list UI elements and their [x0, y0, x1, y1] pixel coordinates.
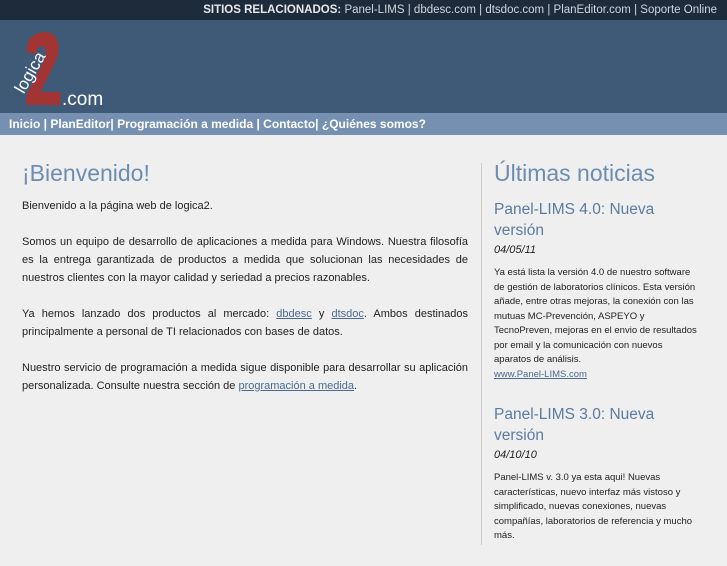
dbdesc-link[interactable]: dbdesc: [276, 308, 311, 320]
main-nav: Inicio | PlanEditor| Programación a medi…: [0, 113, 727, 135]
svg-text:.com: .com: [62, 89, 103, 110]
text: .: [354, 380, 358, 392]
dtsdoc-link[interactable]: dtsdoc: [331, 308, 363, 320]
link-panel-lims[interactable]: Panel-LIMS: [344, 4, 404, 16]
page-title: ¡Bienvenido!: [22, 160, 150, 186]
link-dtsdoc[interactable]: dtsdoc.com: [485, 4, 544, 16]
news-item: Panel-LIMS 3.0: Nueva versión 04/10/10 P…: [494, 404, 699, 544]
news-item-body: Ya está lista la versión 4.0 de nuestro …: [494, 266, 699, 382]
related-sites-bar: SITIOS RELACIONADOS: Panel-LIMS | dbdesc…: [0, 0, 727, 20]
column-divider: [481, 163, 482, 545]
news-item-title[interactable]: Panel-LIMS 4.0: Nueva versión: [494, 199, 699, 241]
news-text: Ya está lista la versión 4.0 de nuestro …: [494, 267, 697, 365]
news-item-body: Panel-LIMS v. 3.0 ya esta aqui! Nuevas c…: [494, 472, 693, 541]
main-content: ¡Bienvenido! Bienvenido a la página web …: [22, 160, 468, 413]
link-soporte[interactable]: Soporte Online: [640, 4, 717, 16]
link-dbdesc[interactable]: dbdesc.com: [414, 4, 476, 16]
nav-inicio[interactable]: Inicio: [9, 117, 40, 131]
programacion-link[interactable]: programación a medida: [238, 380, 354, 392]
news-item-link[interactable]: www.Panel-LIMS.com: [494, 368, 699, 383]
news-item-date: 04/05/11: [494, 244, 537, 256]
news-title: Últimas noticias: [494, 160, 656, 186]
intro-paragraph: Bienvenido a la página web de logica2.: [22, 200, 213, 212]
products-paragraph: Ya hemos lanzado dos productos al mercad…: [22, 305, 468, 341]
nav-quienes[interactable]: ¿Quiénes somos?: [322, 117, 426, 131]
nav-programacion[interactable]: Programación a medida: [117, 117, 253, 131]
header: logica .com: [0, 20, 727, 113]
news-item-date: 04/10/10: [494, 449, 537, 461]
news-sidebar: Últimas noticias Panel-LIMS 4.0: Nueva v…: [494, 160, 699, 566]
news-item-title[interactable]: Panel-LIMS 3.0: Nueva versión: [494, 404, 699, 446]
link-planeditor[interactable]: PlanEditor.com: [554, 4, 631, 16]
text: y: [311, 308, 332, 320]
logo[interactable]: logica .com: [10, 30, 120, 110]
nav-planeditor[interactable]: PlanEditor: [50, 117, 110, 131]
about-paragraph: Somos un equipo de desarrollo de aplicac…: [22, 236, 468, 284]
news-item: Panel-LIMS 4.0: Nueva versión 04/05/11 Y…: [494, 199, 699, 382]
related-sites-label: SITIOS RELACIONADOS:: [203, 4, 342, 16]
service-paragraph: Nuestro servicio de programación a medid…: [22, 359, 468, 395]
nav-contacto[interactable]: Contacto: [263, 117, 315, 131]
text: Ya hemos lanzado dos productos al mercad…: [22, 308, 277, 320]
